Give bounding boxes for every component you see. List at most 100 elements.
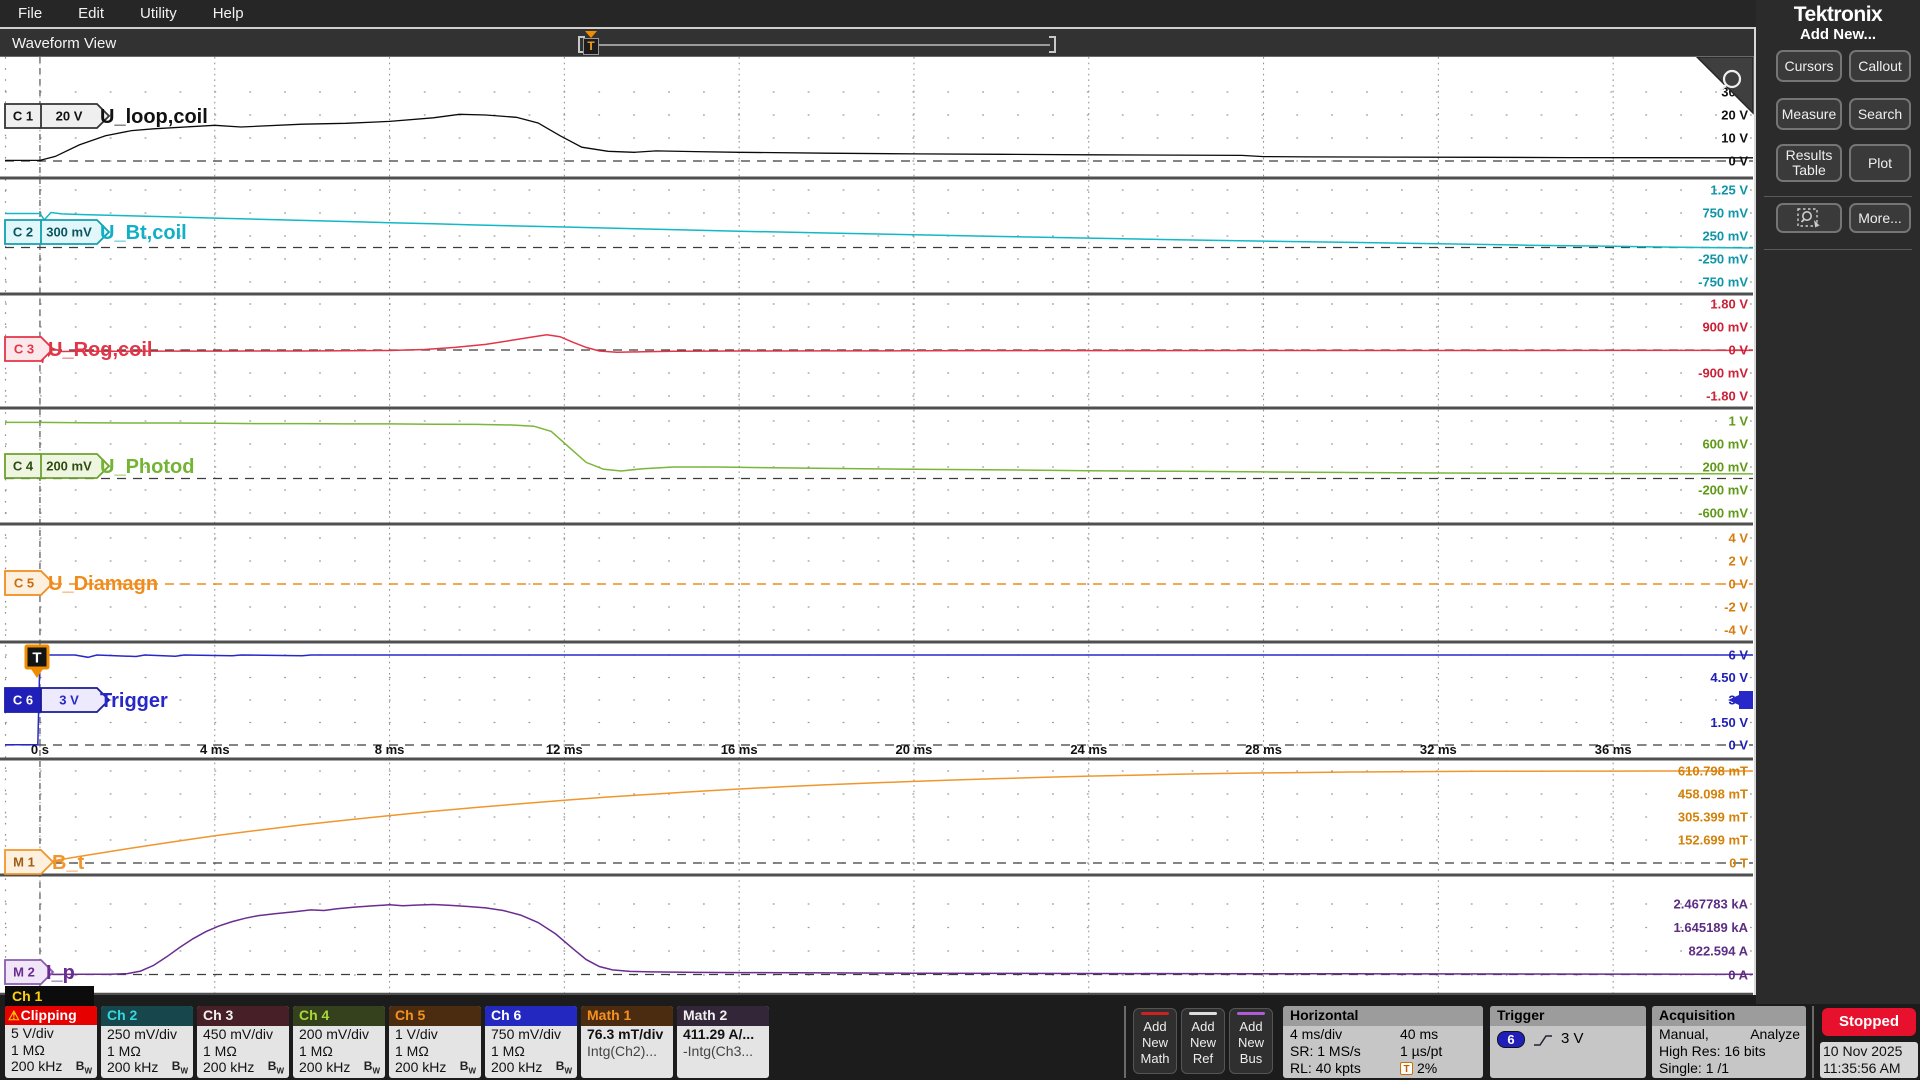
channel-badge-c2[interactable]: C 2300 mV <box>5 220 109 244</box>
acquisition-analyze: Analyze <box>1750 1026 1800 1043</box>
bandwidth-limit-badge: BW <box>556 1059 572 1075</box>
tektronix-logo: Tektronix <box>1756 3 1920 27</box>
channel-name-label-c5: U_Diamagn <box>48 573 158 595</box>
horizontal-resolution: 1 µs/pt <box>1400 1043 1442 1060</box>
tick-label-m2: 1.645189 kA <box>1674 920 1749 935</box>
time-tick-label: 4 ms <box>200 742 230 757</box>
slider-track[interactable] <box>584 44 1050 46</box>
acquisition-panel[interactable]: Acquisition Manual,Analyze High Res: 16 … <box>1652 1006 1806 1078</box>
add-new-header: Add New... <box>1756 26 1920 43</box>
channel-name-label-c2: U_Bt,coil <box>100 222 187 244</box>
trigger-position-percent: 2% <box>1417 1060 1437 1077</box>
svg-text:C 1: C 1 <box>13 109 33 124</box>
channel-badge-ch4[interactable]: Ch 4200 mV/div1 MΩ200 kHzBW <box>293 1006 385 1078</box>
tick-label-c5: 0 V <box>1728 577 1748 592</box>
channel-badge-math2[interactable]: Math 2411.29 A/...-Intg(Ch3... <box>677 1006 769 1078</box>
warning-icon: ⚠ <box>8 1008 20 1023</box>
channel-badge-c4[interactable]: C 4200 mV <box>5 454 109 478</box>
waveform-graticule[interactable]: 30 V20 V10 V0 V1.25 V750 mV250 mV-250 mV… <box>0 57 1754 995</box>
callout-button[interactable]: Callout <box>1849 50 1911 82</box>
channel-badge-ch1[interactable]: ⚠Clipping5 V/div1 MΩ200 kHzBW <box>5 1006 97 1078</box>
bandwidth-limit-badge: BW <box>460 1059 476 1075</box>
channel-name-label-c1: U_loop,coil <box>100 106 208 128</box>
tick-label-m2: 0 A <box>1728 968 1748 983</box>
channel-badge-m1[interactable]: M 1 <box>5 850 53 874</box>
add-new-bus-button[interactable]: AddNewBus <box>1229 1008 1273 1074</box>
sample-rate: SR: 1 MS/s <box>1290 1043 1400 1060</box>
horizontal-position-slider[interactable]: T <box>578 31 1056 57</box>
measure-button[interactable]: Measure <box>1776 98 1842 130</box>
add-new-ref-button[interactable]: AddNewRef <box>1181 1008 1225 1074</box>
svg-text:C 6: C 6 <box>13 693 33 708</box>
search-button[interactable]: Search <box>1849 98 1911 130</box>
bottom-separator <box>1124 1006 1126 1078</box>
add-new-math-button[interactable]: AddNewMath <box>1133 1008 1177 1074</box>
sidebar-divider <box>1764 249 1912 250</box>
channel-badge-ch6[interactable]: Ch 6750 mV/div1 MΩ200 kHzBW <box>485 1006 577 1078</box>
menu-item-help[interactable]: Help <box>213 5 244 22</box>
tick-label-c1: 20 V <box>1721 108 1748 123</box>
trigger-position-indicator[interactable]: T <box>582 31 600 57</box>
channel-badge-ch5[interactable]: Ch 51 V/div1 MΩ200 kHzBW <box>389 1006 481 1078</box>
waveform-trace-m2[interactable] <box>5 905 1753 975</box>
channel-badge-c1[interactable]: C 120 V <box>5 104 109 128</box>
trigger-panel-title: Trigger <box>1490 1006 1646 1026</box>
waveform-trace-c4[interactable] <box>5 422 1753 474</box>
channel-badge-c3[interactable]: C 3 <box>5 337 53 361</box>
channel-setting: 1 V/div <box>389 1026 481 1043</box>
channel-badge-c6[interactable]: C 6 3 V <box>5 688 109 712</box>
tick-label-c2: -750 mV <box>1698 275 1748 290</box>
cursors-button[interactable]: Cursors <box>1776 50 1842 82</box>
plot-button[interactable]: Plot <box>1849 144 1911 182</box>
time-text: 11:35:56 AM <box>1823 1060 1918 1077</box>
channel-setting: 5 V/div <box>5 1025 97 1042</box>
menu-bar: File Edit Utility Help <box>0 0 1756 27</box>
trigger-position-arrow-icon <box>585 31 597 38</box>
time-tick-label: 12 ms <box>546 742 583 757</box>
trigger-position-flag[interactable]: T <box>26 646 48 678</box>
tick-label-c5: 2 V <box>1728 554 1748 569</box>
slider-right-bracket <box>1049 36 1056 53</box>
channel-badge-ch2[interactable]: Ch 2250 mV/div1 MΩ200 kHzBW <box>101 1006 193 1078</box>
tick-label-c4: -200 mV <box>1698 483 1748 498</box>
channel-badge-c5[interactable]: C 5 <box>5 571 53 595</box>
time-tick-label: 32 ms <box>1420 742 1457 757</box>
time-tick-label: 24 ms <box>1070 742 1107 757</box>
svg-text:T: T <box>32 650 41 667</box>
menu-item-file[interactable]: File <box>18 5 42 22</box>
channel-setting: -Intg(Ch3... <box>677 1043 769 1060</box>
waveform-trace-c2[interactable] <box>5 213 1753 249</box>
channel-name-label-c6: Trigger <box>100 690 168 712</box>
channel-setting: 1 MΩ <box>485 1043 577 1060</box>
more-button[interactable]: More... <box>1849 203 1911 233</box>
waveform-trace-c3[interactable] <box>5 335 1753 363</box>
channel-setting: 1 MΩ <box>293 1043 385 1060</box>
channel-badge-math1[interactable]: Math 176.3 mT/divIntg(Ch2)... <box>581 1006 673 1078</box>
tick-label-m1: 305.399 mT <box>1678 810 1748 825</box>
svg-text:C 5: C 5 <box>14 576 34 591</box>
channel-setting: 76.3 mT/div <box>581 1026 673 1043</box>
menu-item-edit[interactable]: Edit <box>78 5 104 22</box>
svg-text:3 V: 3 V <box>59 693 79 708</box>
channel-tab-ch1[interactable]: Ch 1 <box>5 986 94 1006</box>
trigger-panel[interactable]: Trigger 6 3 V <box>1490 1006 1646 1078</box>
bandwidth-limit-badge: BW <box>76 1059 92 1075</box>
right-sidebar: Tektronix Add New... Cursors Callout Mea… <box>1756 0 1920 1004</box>
menu-item-utility[interactable]: Utility <box>140 5 177 22</box>
channel-badge-header: Math 2 <box>677 1006 769 1026</box>
horizontal-scale: 4 ms/div <box>1290 1026 1400 1043</box>
horizontal-panel[interactable]: Horizontal 4 ms/div40 ms SR: 1 MS/s1 µs/… <box>1283 1006 1483 1078</box>
datetime-display[interactable]: 10 Nov 2025 11:35:56 AM <box>1820 1042 1918 1078</box>
run-stop-status-button[interactable]: Stopped <box>1822 1008 1916 1036</box>
acquisition-resolution: High Res: 16 bits <box>1659 1043 1766 1060</box>
channel-badge-ch3[interactable]: Ch 3450 mV/div1 MΩ200 kHzBW <box>197 1006 289 1078</box>
results-table-button[interactable]: Results Table <box>1776 144 1842 182</box>
tick-label-c5: -2 V <box>1724 600 1748 615</box>
zoom-corner-handle[interactable] <box>1697 57 1753 113</box>
channel-setting: 1 MΩ <box>389 1043 481 1060</box>
zoom-select-button[interactable] <box>1776 203 1842 233</box>
tick-label-c4: 200 mV <box>1702 460 1748 475</box>
bottom-separator <box>1812 1006 1814 1078</box>
tick-label-c6: 1.50 V <box>1710 715 1748 730</box>
channel-badge-header: Ch 2 <box>101 1006 193 1026</box>
